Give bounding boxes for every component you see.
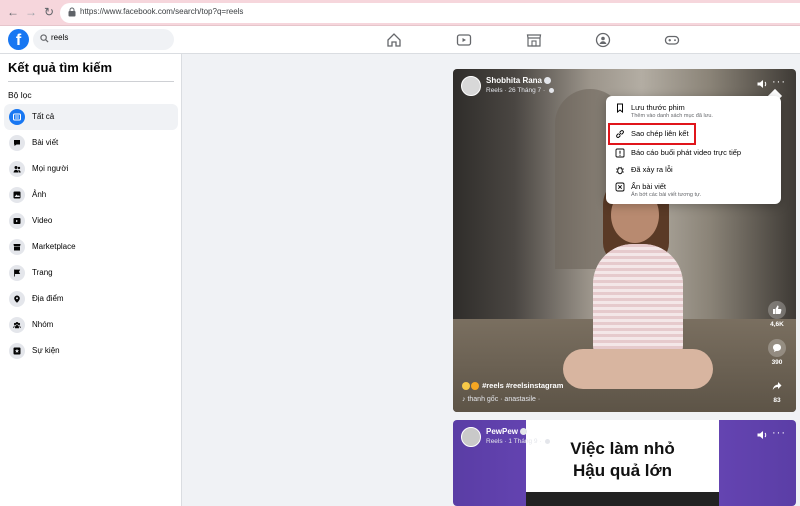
- thumbs-up-icon: [773, 305, 782, 314]
- facebook-logo-icon[interactable]: f: [8, 29, 29, 50]
- people-icon: [9, 161, 25, 177]
- like-button[interactable]: 4,6K: [766, 301, 788, 331]
- thumbnail-caption: Việc làm nhỏ Hậu quả lớn: [570, 439, 675, 480]
- sidebar-item-videos[interactable]: Video: [4, 208, 178, 234]
- comment-count: 390: [771, 359, 783, 366]
- sidebar-item-marketplace[interactable]: Marketplace: [4, 234, 178, 260]
- url-text: https://www.facebook.com/search/top?q=re…: [80, 7, 244, 16]
- share-button[interactable]: 83: [766, 377, 788, 407]
- search-filters-sidebar: Kết quả tìm kiếm Bộ lọc Tất cả Bài viết …: [0, 54, 182, 506]
- reel-meta: Reels · 26 Tháng 7 ·: [486, 87, 554, 94]
- video-icon: [9, 213, 25, 229]
- menu-item-something-wrong[interactable]: Đã xảy ra lỗi: [606, 163, 781, 179]
- search-input[interactable]: reels: [33, 29, 174, 50]
- sidebar-title: Kết quả tìm kiếm: [8, 60, 113, 75]
- volume-icon[interactable]: [757, 430, 769, 440]
- report-flag-icon: [615, 148, 625, 158]
- comment-button[interactable]: 390: [766, 339, 788, 369]
- comment-icon: [773, 344, 781, 352]
- sidebar-item-label: Tất cả: [32, 112, 55, 121]
- share-arrow-icon: [772, 382, 782, 390]
- reel-meta: Reels · 1 Tháng 9 ·: [486, 438, 551, 445]
- avatar[interactable]: [461, 76, 481, 96]
- all-results-icon: [9, 109, 25, 125]
- video-frame-person-legs: [563, 349, 713, 389]
- marketplace-icon: [9, 239, 25, 255]
- sidebar-divider: [8, 81, 174, 82]
- menu-item-save-reel[interactable]: Lưu thước phim Thêm vào danh sách mục đã…: [606, 101, 781, 123]
- menu-item-report-live[interactable]: Báo cáo buổi phát video trực tiếp: [606, 146, 781, 162]
- sidebar-item-posts[interactable]: Bài viết: [4, 130, 178, 156]
- reel-card[interactable]: Việc làm nhỏ Hậu quả lớn PewPew Reels · …: [453, 420, 796, 506]
- home-icon[interactable]: [386, 32, 402, 48]
- back-arrow-icon[interactable]: ←: [6, 5, 20, 19]
- sidebar-item-pages[interactable]: Trang: [4, 260, 178, 286]
- photos-icon: [9, 187, 25, 203]
- location-pin-icon: [9, 291, 25, 307]
- reel-author[interactable]: PewPew: [486, 427, 528, 436]
- globe-icon: [548, 87, 554, 93]
- posts-icon: [9, 135, 25, 151]
- sidebar-item-label: Địa điểm: [32, 294, 64, 303]
- emoji-icon: [471, 382, 479, 391]
- sidebar-item-label: Bài viết: [32, 138, 59, 147]
- groups-icon: [9, 317, 25, 333]
- music-note-icon: ♪: [462, 396, 466, 403]
- emoji-icon: [462, 382, 470, 391]
- sidebar-item-places[interactable]: Địa điểm: [4, 286, 178, 312]
- facebook-header: f reels: [0, 26, 800, 54]
- sidebar-item-label: Mọi người: [32, 164, 69, 173]
- reel-hashtags[interactable]: #reels #reelsinstagram: [462, 381, 563, 391]
- sidebar-item-label: Trang: [32, 268, 53, 277]
- volume-icon[interactable]: [757, 79, 769, 89]
- watch-video-icon[interactable]: [456, 32, 472, 48]
- bookmark-icon: [617, 103, 623, 113]
- verified-badge-icon: [544, 77, 552, 85]
- sidebar-item-groups[interactable]: Nhóm: [4, 312, 178, 338]
- verified-badge-icon: [520, 428, 528, 436]
- reload-icon[interactable]: ↻: [42, 5, 56, 19]
- avatar[interactable]: [461, 427, 481, 447]
- more-options-icon[interactable]: ···: [772, 427, 786, 439]
- hide-x-icon: [615, 182, 625, 192]
- forward-arrow-icon[interactable]: →: [24, 5, 38, 19]
- groups-nav-icon[interactable]: [595, 32, 611, 48]
- events-star-icon: [9, 343, 25, 359]
- share-count: 83: [773, 397, 781, 404]
- sidebar-item-label: Sự kiện: [32, 346, 60, 355]
- marketplace-store-icon[interactable]: [526, 32, 542, 48]
- sidebar-item-label: Nhóm: [32, 320, 54, 329]
- sidebar-item-label: Video: [32, 216, 53, 225]
- search-value: reels: [51, 33, 69, 42]
- lock-icon: [68, 7, 76, 17]
- gaming-controller-icon[interactable]: [664, 32, 680, 48]
- like-count: 4,6K: [770, 321, 784, 328]
- sidebar-item-label: Ảnh: [32, 190, 47, 199]
- bug-icon: [616, 166, 624, 175]
- sidebar-item-photos[interactable]: Ảnh: [4, 182, 178, 208]
- sidebar-item-all[interactable]: Tất cả: [4, 104, 178, 130]
- sidebar-item-label: Marketplace: [32, 242, 76, 251]
- reel-author[interactable]: Shobhita Rana: [486, 76, 552, 85]
- reel-options-menu: Lưu thước phim Thêm vào danh sách mục đã…: [606, 96, 781, 204]
- copy-link-highlight-box: [608, 123, 696, 145]
- globe-icon: [545, 438, 551, 444]
- browser-toolbar: ← → ↻ https://www.facebook.com/search/to…: [0, 0, 800, 26]
- address-bar[interactable]: https://www.facebook.com/search/top?q=re…: [60, 3, 800, 23]
- thumbnail-image-strip: [526, 492, 719, 506]
- reel-audio[interactable]: ♪ thanh gốc · anastasile ·: [462, 396, 540, 403]
- pages-flag-icon: [9, 265, 25, 281]
- filter-heading: Bộ lọc: [8, 90, 32, 100]
- menu-item-hide-post[interactable]: Ẩn bài viết Ẩn bớt các bài viết tương tự…: [606, 180, 781, 202]
- sidebar-item-events[interactable]: Sự kiện: [4, 338, 178, 364]
- sidebar-item-people[interactable]: Mọi người: [4, 156, 178, 182]
- search-icon: [40, 34, 49, 43]
- more-options-icon[interactable]: ···: [772, 76, 786, 88]
